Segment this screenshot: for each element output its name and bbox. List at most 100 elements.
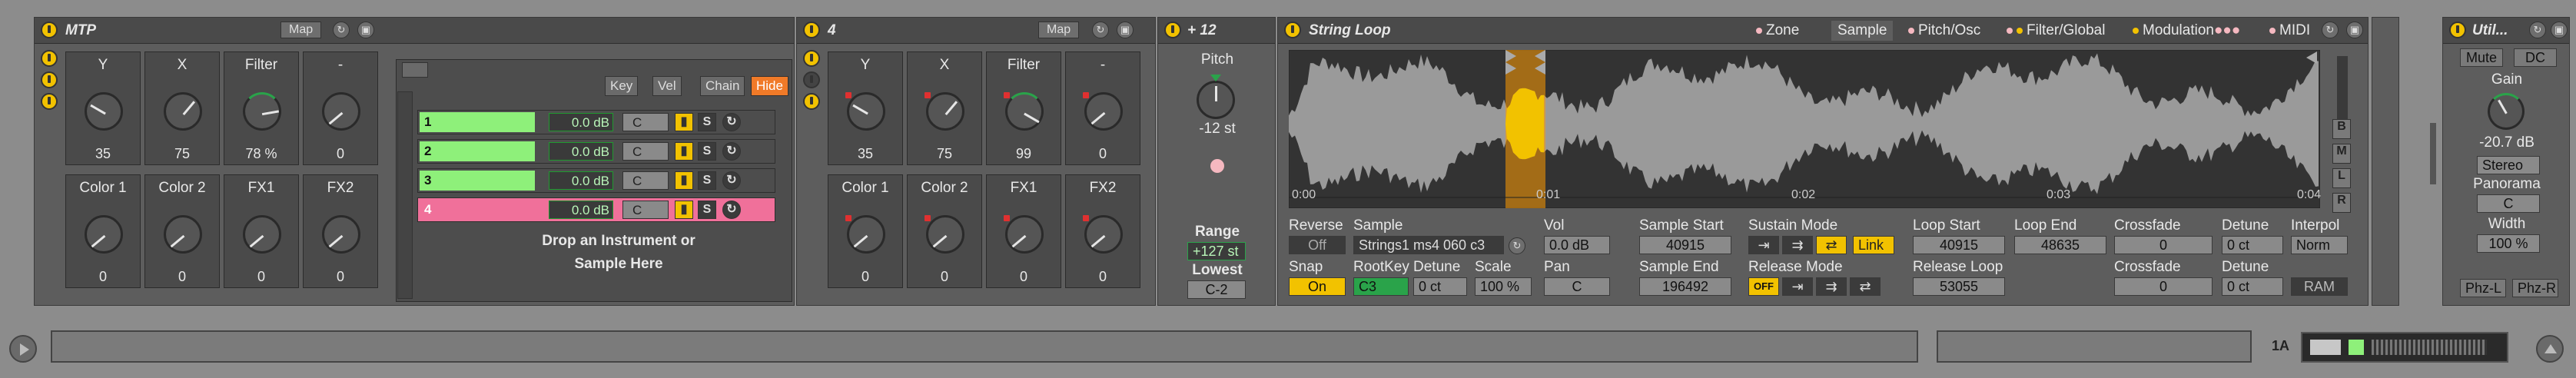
- mtp-chain-toggle-icon[interactable]: [41, 71, 58, 88]
- rack4-macro-6[interactable]: Color 2 0: [907, 174, 982, 288]
- chain-volume[interactable]: 0.0 dB: [549, 113, 613, 131]
- mtp-hotswap-icon[interactable]: ↻: [333, 22, 350, 38]
- loop-end-field[interactable]: 48635: [2014, 236, 2106, 254]
- rack4-macro-5[interactable]: Color 1 0: [828, 174, 903, 288]
- tab-modulation[interactable]: Modulation●●●: [2126, 21, 2246, 41]
- tab-sample[interactable]: Sample: [1831, 21, 1894, 41]
- mtp-macro-toggle-icon[interactable]: [41, 50, 58, 67]
- chain-row[interactable]: 1 0.0 dB C ▮ S ↻: [417, 110, 775, 134]
- chain-row[interactable]: 2 0.0 dB C ▮ S ↻: [417, 139, 775, 164]
- rack4-macro-7[interactable]: FX1 0: [986, 174, 1061, 288]
- chain-solo-button[interactable]: S: [698, 113, 716, 131]
- mute-button[interactable]: Mute: [2460, 48, 2503, 67]
- chain-activator-icon[interactable]: ▮: [675, 113, 693, 131]
- rack4-chain-toggle-icon[interactable]: [803, 71, 820, 88]
- snap-toggle[interactable]: On: [1289, 277, 1346, 296]
- macro-knob[interactable]: [1005, 215, 1044, 254]
- detune-release-field[interactable]: 0 ct: [2222, 277, 2283, 296]
- rack4-hotswap-icon[interactable]: ↻: [1092, 22, 1109, 38]
- sample-hotswap-icon[interactable]: ↻: [1509, 237, 1525, 254]
- scale-field[interactable]: 100 %: [1475, 277, 1532, 296]
- tab-filter-global[interactable]: Filter/Global: [2000, 21, 2111, 41]
- rack4-save-icon[interactable]: ▣: [1117, 22, 1134, 38]
- crossfade-field[interactable]: 0: [2114, 236, 2213, 254]
- rack4-macro-toggle-icon[interactable]: [803, 50, 820, 67]
- chain-hotswap-icon[interactable]: ↻: [722, 142, 741, 161]
- utility-power-icon[interactable]: [2449, 22, 2466, 38]
- rack4-macro-2[interactable]: X 75: [907, 51, 982, 165]
- release-mode-off[interactable]: OFF: [1748, 277, 1779, 296]
- release-mode-pingpong[interactable]: ⇄: [1850, 277, 1881, 296]
- macro-knob[interactable]: [322, 215, 360, 254]
- rack4-macro-8[interactable]: FX2 0: [1065, 174, 1140, 288]
- chain-hotswap-icon[interactable]: ↻: [722, 113, 741, 131]
- tab-pitch-osc[interactable]: Pitch/Osc: [1902, 21, 1987, 41]
- sustain-mode-pingpong[interactable]: ⇄: [1816, 236, 1847, 254]
- chain-activator-icon[interactable]: ▮: [675, 201, 693, 219]
- chain-volume[interactable]: 0.0 dB: [549, 142, 613, 161]
- macro-knob[interactable]: [243, 92, 281, 131]
- macro-knob[interactable]: [926, 215, 964, 254]
- rootkey-field[interactable]: C3: [1353, 277, 1409, 296]
- release-mode-forward[interactable]: ⇥: [1782, 277, 1813, 296]
- ram-button[interactable]: RAM: [2291, 277, 2348, 296]
- phz-l-button[interactable]: Phz-L: [2460, 279, 2506, 297]
- chain-pan[interactable]: C: [622, 201, 669, 219]
- macro-knob[interactable]: [322, 92, 360, 131]
- waveform-display[interactable]: [1289, 50, 2320, 208]
- rack4-macro-4[interactable]: -0: [1065, 51, 1140, 165]
- macro-knob[interactable]: [847, 92, 885, 131]
- side-button-b[interactable]: B: [2332, 119, 2351, 139]
- macro-knob[interactable]: [85, 215, 123, 254]
- panorama-field[interactable]: C: [2477, 194, 2540, 213]
- reverse-toggle[interactable]: Off: [1289, 236, 1346, 254]
- detune-loop-field[interactable]: 0 ct: [2222, 236, 2283, 254]
- macro-knob[interactable]: [164, 215, 202, 254]
- chain-row[interactable]: 3 0.0 dB C ▮ S ↻: [417, 168, 775, 193]
- left-nav-circle-icon[interactable]: [9, 335, 37, 363]
- release-loop-field[interactable]: 53055: [1913, 277, 2005, 296]
- macro-knob[interactable]: [1084, 215, 1123, 254]
- pitch-power-icon[interactable]: [1164, 22, 1181, 38]
- overview-thumbnail[interactable]: [2301, 332, 2508, 363]
- mtp-macro-7[interactable]: FX1 0: [224, 174, 299, 288]
- stereo-select[interactable]: Stereo: [2477, 156, 2540, 174]
- crossfade2-field[interactable]: 0: [2114, 277, 2213, 296]
- chain-pan[interactable]: C: [622, 171, 669, 190]
- chain-solo-button[interactable]: S: [698, 201, 716, 219]
- right-nav-circle-icon[interactable]: [2536, 335, 2564, 363]
- vol-field[interactable]: 0.0 dB: [1544, 236, 1610, 254]
- macro-knob[interactable]: [1084, 92, 1123, 131]
- vel-button[interactable]: Vel: [652, 76, 682, 96]
- phz-r-button[interactable]: Phz-R: [2512, 279, 2558, 297]
- macro-knob[interactable]: [85, 92, 123, 131]
- sampler-hotswap-icon[interactable]: ↻: [2322, 22, 2339, 38]
- chain-name[interactable]: 3: [420, 171, 535, 191]
- pan-field[interactable]: C: [1544, 277, 1610, 296]
- macro-knob[interactable]: [847, 215, 885, 254]
- chain-volume[interactable]: 0.0 dB: [549, 171, 613, 190]
- interpol-select[interactable]: Norm: [2291, 236, 2348, 254]
- mtp-macro-2[interactable]: X 75: [144, 51, 220, 165]
- rack4-power-icon[interactable]: [803, 22, 820, 38]
- side-button-r[interactable]: R: [2332, 193, 2351, 213]
- gain-knob[interactable]: [2488, 93, 2525, 130]
- sustain-mode-forward[interactable]: ⇉: [1782, 236, 1813, 254]
- chain-activator-icon[interactable]: ▮: [675, 142, 693, 161]
- chain-name[interactable]: 4: [420, 200, 535, 220]
- macro-knob[interactable]: [1005, 92, 1044, 131]
- chain-volume[interactable]: 0.0 dB: [549, 201, 613, 219]
- sampler-power-icon[interactable]: [1284, 22, 1301, 38]
- rack4-map-button[interactable]: Map: [1038, 22, 1080, 38]
- mtp-macro-4[interactable]: -0: [303, 51, 378, 165]
- sample-name-field[interactable]: Strings1 ms4 060 c3: [1353, 236, 1504, 254]
- chain-hotswap-icon[interactable]: ↻: [722, 171, 741, 190]
- chain-name[interactable]: 1: [420, 112, 535, 132]
- width-field[interactable]: 100 %: [2477, 234, 2540, 253]
- chain-pan[interactable]: C: [622, 113, 669, 131]
- chain-solo-button[interactable]: S: [698, 142, 716, 161]
- mtp-device-toggle-icon[interactable]: [41, 93, 58, 110]
- rack4-macro-3[interactable]: Filter 99: [986, 51, 1061, 165]
- mtp-map-button[interactable]: Map: [281, 22, 322, 38]
- mtp-macro-5[interactable]: Color 1 0: [65, 174, 141, 288]
